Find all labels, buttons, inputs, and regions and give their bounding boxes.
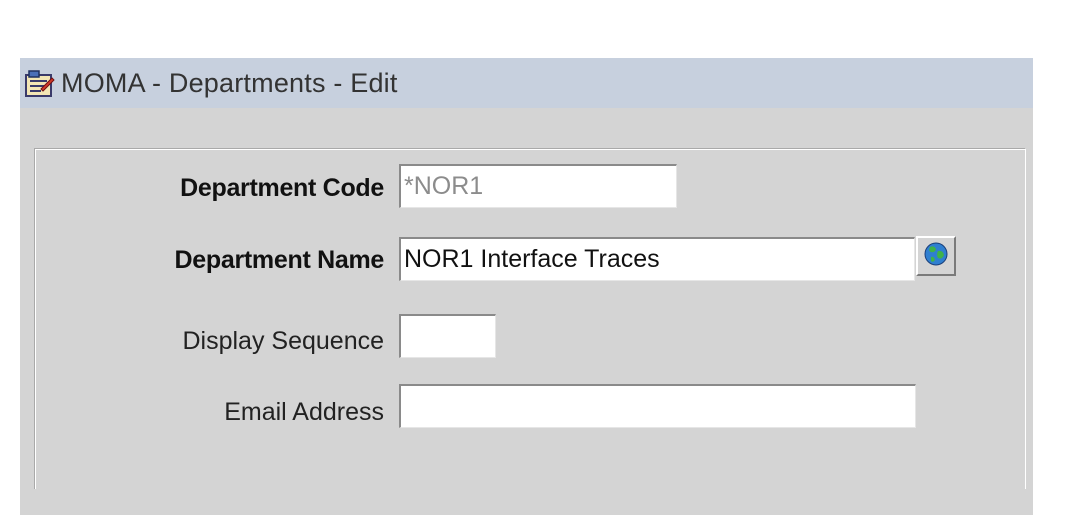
window-title: MOMA - Departments - Edit [61, 67, 398, 98]
department-name-label: Department Name [174, 246, 385, 274]
display-sequence-label: Display Sequence [182, 327, 384, 355]
lookup-button[interactable] [916, 236, 956, 276]
window-titlebar[interactable]: MOMA - Departments - Edit [20, 58, 1033, 108]
department-name-field[interactable]: NOR1 Interface Traces [399, 237, 915, 281]
globe-icon [923, 241, 949, 272]
department-code-field[interactable]: *NOR1 [399, 164, 677, 208]
email-address-field[interactable] [399, 384, 916, 428]
display-sequence-field[interactable] [399, 314, 496, 358]
email-address-label: Email Address [224, 398, 384, 426]
edit-form: Department Code *NOR1 Department Name NO… [20, 108, 1033, 515]
department-code-label: Department Code [180, 174, 384, 202]
form-icon [23, 67, 55, 99]
